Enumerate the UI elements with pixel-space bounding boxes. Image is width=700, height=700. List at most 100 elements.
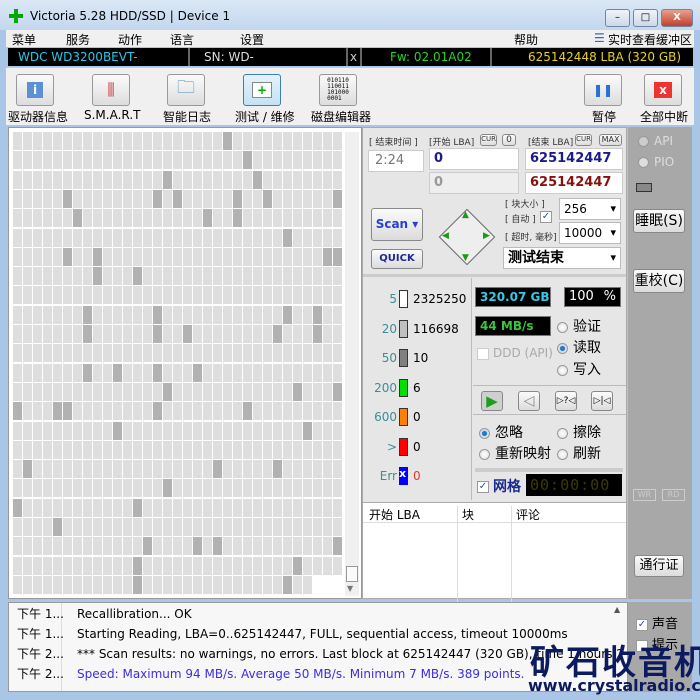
toolbar: i 驱动器信息 ⫼ S.M.A.R.T 🗀 智能日志 + 测试 / 维修 010…: [6, 67, 694, 125]
scan-block: [253, 402, 262, 421]
scan-block: [283, 286, 292, 305]
menu-help[interactable]: 帮助: [514, 31, 538, 48]
scan-block: [183, 460, 192, 479]
current-lba-field: 0: [429, 172, 519, 194]
down-arrow-icon[interactable]: ▼: [462, 253, 469, 263]
scan-block: [223, 382, 232, 401]
ddd-api-checkbox[interactable]: DDD (API): [477, 346, 553, 360]
pio-radio[interactable]: PIO: [638, 155, 674, 169]
pio-label: PIO: [654, 155, 675, 169]
end-max-button[interactable]: MAX: [599, 134, 622, 146]
scan-block: [303, 363, 312, 382]
maximize-button[interactable]: □: [633, 9, 658, 27]
mode-write-radio[interactable]: 写入: [557, 359, 601, 379]
scan-block: [243, 556, 252, 575]
scrollbar-thumb[interactable]: [346, 566, 358, 582]
scan-block: [303, 209, 312, 228]
log-scroll-up-icon[interactable]: ▲: [614, 605, 620, 614]
repair-remap-radio[interactable]: 重新映射: [479, 443, 551, 463]
device-serial: SN: WD-WX31AB0P1062: [190, 48, 348, 82]
disk-editor-button[interactable]: 010110 110011 101000 0001: [319, 74, 357, 106]
grid-scrollbar[interactable]: ▼: [345, 132, 359, 596]
col-comment[interactable]: 评论: [511, 506, 540, 602]
auto-checkbox[interactable]: ✓: [540, 211, 552, 223]
live-cache-button[interactable]: 实时查看缓冲区: [608, 31, 692, 48]
scan-block: [293, 305, 302, 324]
repair-refresh-radio[interactable]: 刷新: [557, 443, 601, 463]
menu-main[interactable]: 菜单: [12, 31, 36, 48]
scan-block: [33, 421, 42, 440]
end-action-select[interactable]: 测试结束: [503, 247, 621, 269]
scan-block: [253, 382, 262, 401]
mode-verify-radio[interactable]: 验证: [557, 316, 601, 336]
device-close[interactable]: x: [348, 48, 362, 66]
log-time: 下午 2...: [17, 667, 64, 681]
block-size-label: [ 块大小 ]: [505, 200, 545, 210]
pause-button[interactable]: ❚❚: [584, 74, 622, 106]
minimize-button[interactable]: –: [605, 9, 630, 27]
read-label: 读取: [573, 340, 601, 356]
log-row: 下午 2... *** Scan results: no warnings, no…: [9, 645, 643, 664]
menu-action[interactable]: 动作: [118, 31, 142, 48]
start-lba-input[interactable]: 0: [429, 148, 519, 170]
end-cur-button[interactable]: CUR: [575, 134, 592, 146]
scan-block: [183, 228, 192, 247]
repair-erase-radio[interactable]: 擦除: [557, 422, 601, 442]
sleep-button[interactable]: 睡眠(S): [633, 209, 685, 233]
passport-button[interactable]: 通行证: [634, 555, 684, 577]
device-capacity: 625142448 LBA (320 GB): [528, 50, 682, 64]
smart-log-button[interactable]: 🗀: [167, 74, 205, 106]
drive-info-button[interactable]: i: [16, 74, 54, 106]
smart-button[interactable]: ⫼: [92, 74, 130, 106]
grid-checkbox[interactable]: ✓ 网格: [477, 476, 521, 496]
scroll-down-icon[interactable]: ▼: [347, 584, 353, 593]
scan-block: [113, 305, 122, 324]
scan-block: [13, 575, 22, 594]
quick-button[interactable]: QUICK: [371, 249, 423, 269]
scan-block: [233, 209, 242, 228]
scan-button[interactable]: Scan ▾: [371, 208, 423, 241]
scan-block: [143, 460, 152, 479]
block-size-select[interactable]: 256: [559, 198, 621, 220]
end-time-field[interactable]: 2:24: [368, 150, 424, 172]
scan-block: [213, 267, 222, 286]
menu-service[interactable]: 服务: [66, 31, 90, 48]
scan-block: [93, 305, 102, 324]
scan-block: [173, 209, 182, 228]
scan-block: [193, 286, 202, 305]
start-zero-button[interactable]: 0: [502, 134, 516, 146]
butterfly-button[interactable]: ▷|◁: [591, 391, 613, 411]
repair-ignore-radio[interactable]: 忽略: [479, 422, 523, 442]
menu-language[interactable]: 语言: [170, 31, 194, 48]
play-backward-button[interactable]: ◁: [518, 391, 540, 411]
menu-settings[interactable]: 设置: [240, 31, 264, 48]
scan-block: [283, 267, 292, 286]
start-cur-button[interactable]: CUR: [480, 134, 497, 146]
random-button[interactable]: ▷?◁: [555, 391, 577, 411]
api-radio[interactable]: API: [638, 134, 673, 148]
abort-button[interactable]: x: [644, 74, 682, 106]
scan-block: [83, 556, 92, 575]
scan-block: [243, 344, 252, 363]
direction-pad[interactable]: ▲ ▼ ◀ ▶: [438, 208, 496, 266]
scan-block: [213, 305, 222, 324]
timeout-select[interactable]: 10000: [559, 222, 621, 244]
scan-block: [303, 170, 312, 189]
play-forward-button[interactable]: ▶: [481, 391, 503, 411]
right-arrow-icon[interactable]: ▶: [483, 231, 490, 241]
sound-checkbox[interactable]: ✓ 声音: [636, 613, 678, 632]
scan-block: [223, 267, 232, 286]
log-row: 下午 2... Speed: Maximum 94 MB/s. Average 5…: [9, 665, 614, 684]
scan-block: [13, 460, 22, 479]
scan-block: [223, 537, 232, 556]
col-block[interactable]: 块: [457, 506, 474, 602]
scan-block: [333, 209, 342, 228]
test-repair-button[interactable]: +: [243, 74, 281, 106]
recalibrate-button[interactable]: 重校(C): [633, 269, 685, 293]
mode-read-radio[interactable]: 读取: [557, 337, 601, 357]
left-arrow-icon[interactable]: ◀: [442, 231, 449, 241]
end-lba-input[interactable]: 625142447: [525, 148, 623, 170]
close-button[interactable]: X: [661, 9, 693, 27]
up-arrow-icon[interactable]: ▲: [462, 210, 469, 220]
col-start-lba[interactable]: 开始 LBA: [369, 506, 420, 523]
